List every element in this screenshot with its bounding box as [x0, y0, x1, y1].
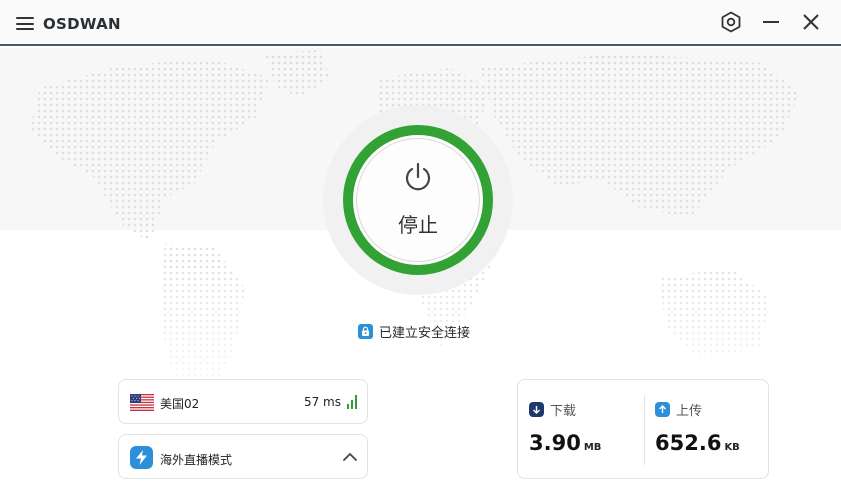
us-flag-icon	[130, 394, 154, 411]
power-icon	[405, 162, 431, 191]
lightning-icon	[130, 446, 153, 469]
mode-name: 海外直播模式	[160, 453, 233, 467]
close-icon[interactable]	[797, 8, 825, 36]
mode-selector[interactable]: 海外直播模式	[118, 434, 368, 479]
connection-status-text: 已建立安全连接	[379, 325, 471, 341]
download-label: 下载	[550, 404, 577, 419]
app-title: OSDWAN	[43, 15, 121, 33]
traffic-stats: 下载 3.90 MB 上传 652.6 KB	[517, 379, 769, 479]
download-unit: MB	[583, 442, 602, 453]
upload-label: 上传	[676, 404, 703, 419]
server-selector[interactable]: 美国02 57 ms	[118, 379, 368, 424]
connection-status: 已建立安全连接	[358, 322, 471, 341]
power-button[interactable]: 停止	[343, 125, 493, 275]
lock-icon	[358, 323, 373, 339]
menu-icon[interactable]	[16, 17, 34, 31]
power-button-face: 停止	[356, 138, 480, 262]
signal-strength-icon	[347, 395, 357, 409]
settings-hex-icon[interactable]	[717, 8, 745, 36]
download-arrow-icon	[529, 402, 544, 417]
power-button-halo: 停止	[323, 105, 513, 295]
traffic-divider	[644, 395, 645, 465]
upload-arrow-icon	[655, 402, 670, 417]
chevron-up-icon[interactable]	[341, 448, 359, 466]
minimize-icon[interactable]	[757, 8, 785, 36]
power-button-label: 停止	[398, 213, 438, 237]
upload-value: 652.6	[655, 431, 722, 455]
title-bar: OSDWAN	[0, 0, 841, 46]
download-value: 3.90	[529, 431, 581, 455]
server-ping: 57 ms	[303, 395, 341, 409]
upload-unit: KB	[724, 442, 740, 453]
server-name: 美国02	[160, 397, 200, 411]
